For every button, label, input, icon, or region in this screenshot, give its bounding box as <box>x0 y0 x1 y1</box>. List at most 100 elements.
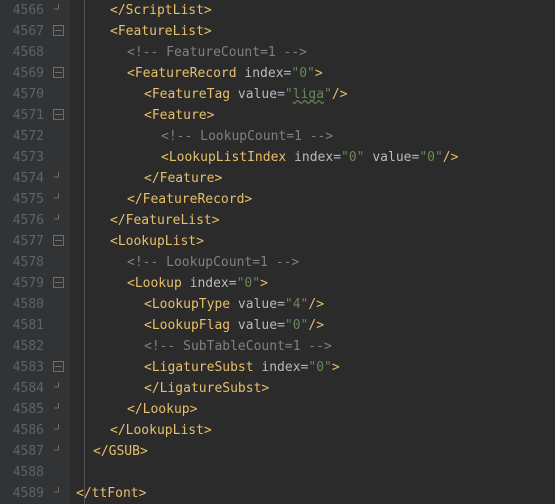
fold-close-icon[interactable] <box>53 424 64 435</box>
token-eq: = <box>277 318 285 333</box>
code-line[interactable]: <!-- SubTableCount=1 --> <box>76 336 555 357</box>
code-line[interactable]: </LookupList> <box>76 420 555 441</box>
token-tag: > <box>332 360 340 375</box>
token-str: "0" <box>291 66 314 81</box>
fold-close-icon[interactable] <box>53 172 64 183</box>
token-tag: </FeatureList> <box>110 213 220 228</box>
fold-close-icon[interactable] <box>53 4 64 15</box>
line-number: 4570 <box>0 84 44 105</box>
token-tag: <LookupList> <box>110 234 204 249</box>
line-number: 4581 <box>0 315 44 336</box>
token-tag: /> <box>332 87 348 102</box>
code-line[interactable]: <Feature> <box>76 105 555 126</box>
fold-open-icon[interactable] <box>53 109 64 120</box>
fold-close-icon[interactable] <box>53 382 64 393</box>
fold-close-icon[interactable] <box>53 193 64 204</box>
token-attr: index <box>261 360 300 375</box>
code-line[interactable]: <LookupType value="4"/> <box>76 294 555 315</box>
code-line[interactable]: <!-- LookupCount=1 --> <box>76 252 555 273</box>
token-tag: </ScriptList> <box>110 3 212 18</box>
fold-open-icon[interactable] <box>53 361 64 372</box>
token-attr: value <box>372 150 411 165</box>
token-str: "0" <box>308 360 331 375</box>
token-cmt: <!-- FeatureCount=1 --> <box>127 45 307 60</box>
fold-open-icon[interactable] <box>53 67 64 78</box>
token-attr: index <box>244 66 283 81</box>
token-attr: value <box>238 87 277 102</box>
code-line[interactable]: </FeatureRecord> <box>76 189 555 210</box>
token-tag: <LigatureSubst <box>144 360 254 375</box>
token-attr: value <box>238 318 277 333</box>
code-line[interactable]: <LookupList> <box>76 231 555 252</box>
token-tag: </LookupList> <box>110 423 212 438</box>
line-number: 4577 <box>0 231 44 252</box>
code-line[interactable]: <Lookup index="0"> <box>76 273 555 294</box>
code-line[interactable]: <LookupListIndex index="0" value="0"/> <box>76 147 555 168</box>
code-line[interactable]: </GSUB> <box>76 441 555 462</box>
token-str: "0" <box>285 318 308 333</box>
line-number: 4566 <box>0 0 44 21</box>
token-eq: = <box>277 297 285 312</box>
code-line[interactable]: </ScriptList> <box>76 0 555 21</box>
line-number: 4587 <box>0 441 44 462</box>
token-cmt: <!-- LookupCount=1 --> <box>127 255 299 270</box>
code-line[interactable]: </FeatureList> <box>76 210 555 231</box>
line-number: 4572 <box>0 126 44 147</box>
line-number: 4571 <box>0 105 44 126</box>
fold-close-icon[interactable] <box>53 487 64 498</box>
code-line[interactable]: </ttFont> <box>76 483 555 504</box>
fold-close-icon[interactable] <box>53 403 64 414</box>
token-tag: /> <box>308 318 324 333</box>
token-str: "0" <box>237 276 260 291</box>
token-cmt: <!-- LookupCount=1 --> <box>161 129 333 144</box>
code-line[interactable]: </Feature> <box>76 168 555 189</box>
code-line[interactable] <box>76 462 555 483</box>
token-tag: </FeatureRecord> <box>127 192 252 207</box>
code-line[interactable]: <LigatureSubst index="0"> <box>76 357 555 378</box>
line-number: 4583 <box>0 357 44 378</box>
token-str: "0" <box>341 150 364 165</box>
line-number: 4582 <box>0 336 44 357</box>
line-number: 4576 <box>0 210 44 231</box>
token-attr: index <box>190 276 229 291</box>
token-eq: = <box>333 150 341 165</box>
token-tag: /> <box>443 150 459 165</box>
code-area[interactable]: </ScriptList> <FeatureList> <!-- FeatureCo… <box>70 0 555 504</box>
code-line[interactable]: </LigatureSubst> <box>76 378 555 399</box>
code-line[interactable]: <FeatureTag value="liga"/> <box>76 84 555 105</box>
token-attr: value <box>238 297 277 312</box>
code-line[interactable]: <!-- FeatureCount=1 --> <box>76 42 555 63</box>
token-tag: </ttFont> <box>76 486 146 501</box>
token-eq: = <box>277 87 285 102</box>
code-line[interactable]: <FeatureList> <box>76 21 555 42</box>
fold-open-icon[interactable] <box>53 277 64 288</box>
fold-open-icon[interactable] <box>53 235 64 246</box>
token-tag: <LookupType <box>144 297 230 312</box>
token-attr: index <box>294 150 333 165</box>
line-number: 4585 <box>0 399 44 420</box>
code-editor[interactable]: 4566456745684569457045714572457345744575… <box>0 0 555 504</box>
line-number: 4584 <box>0 378 44 399</box>
fold-close-icon[interactable] <box>53 445 64 456</box>
token-cmt: <!-- SubTableCount=1 --> <box>144 339 332 354</box>
code-line[interactable]: <FeatureRecord index="0"> <box>76 63 555 84</box>
code-line[interactable]: <!-- LookupCount=1 --> <box>76 126 555 147</box>
line-number: 4588 <box>0 462 44 483</box>
code-line[interactable]: <LookupFlag value="0"/> <box>76 315 555 336</box>
token-tag: /> <box>308 297 324 312</box>
fold-close-icon[interactable] <box>53 214 64 225</box>
code-line[interactable]: </Lookup> <box>76 399 555 420</box>
token-tag: <Lookup <box>127 276 182 291</box>
token-tag: <FeatureList> <box>110 24 212 39</box>
token-eq: = <box>229 276 237 291</box>
gutter: 4566456745684569457045714572457345744575… <box>0 0 70 504</box>
line-number: 4580 <box>0 294 44 315</box>
line-number: 4575 <box>0 189 44 210</box>
token-tag: <LookupFlag <box>144 318 230 333</box>
line-number: 4589 <box>0 483 44 504</box>
line-number: 4567 <box>0 21 44 42</box>
line-number: 4568 <box>0 42 44 63</box>
fold-open-icon[interactable] <box>53 25 64 36</box>
line-number: 4579 <box>0 273 44 294</box>
token-tag: <Feature> <box>144 108 214 123</box>
